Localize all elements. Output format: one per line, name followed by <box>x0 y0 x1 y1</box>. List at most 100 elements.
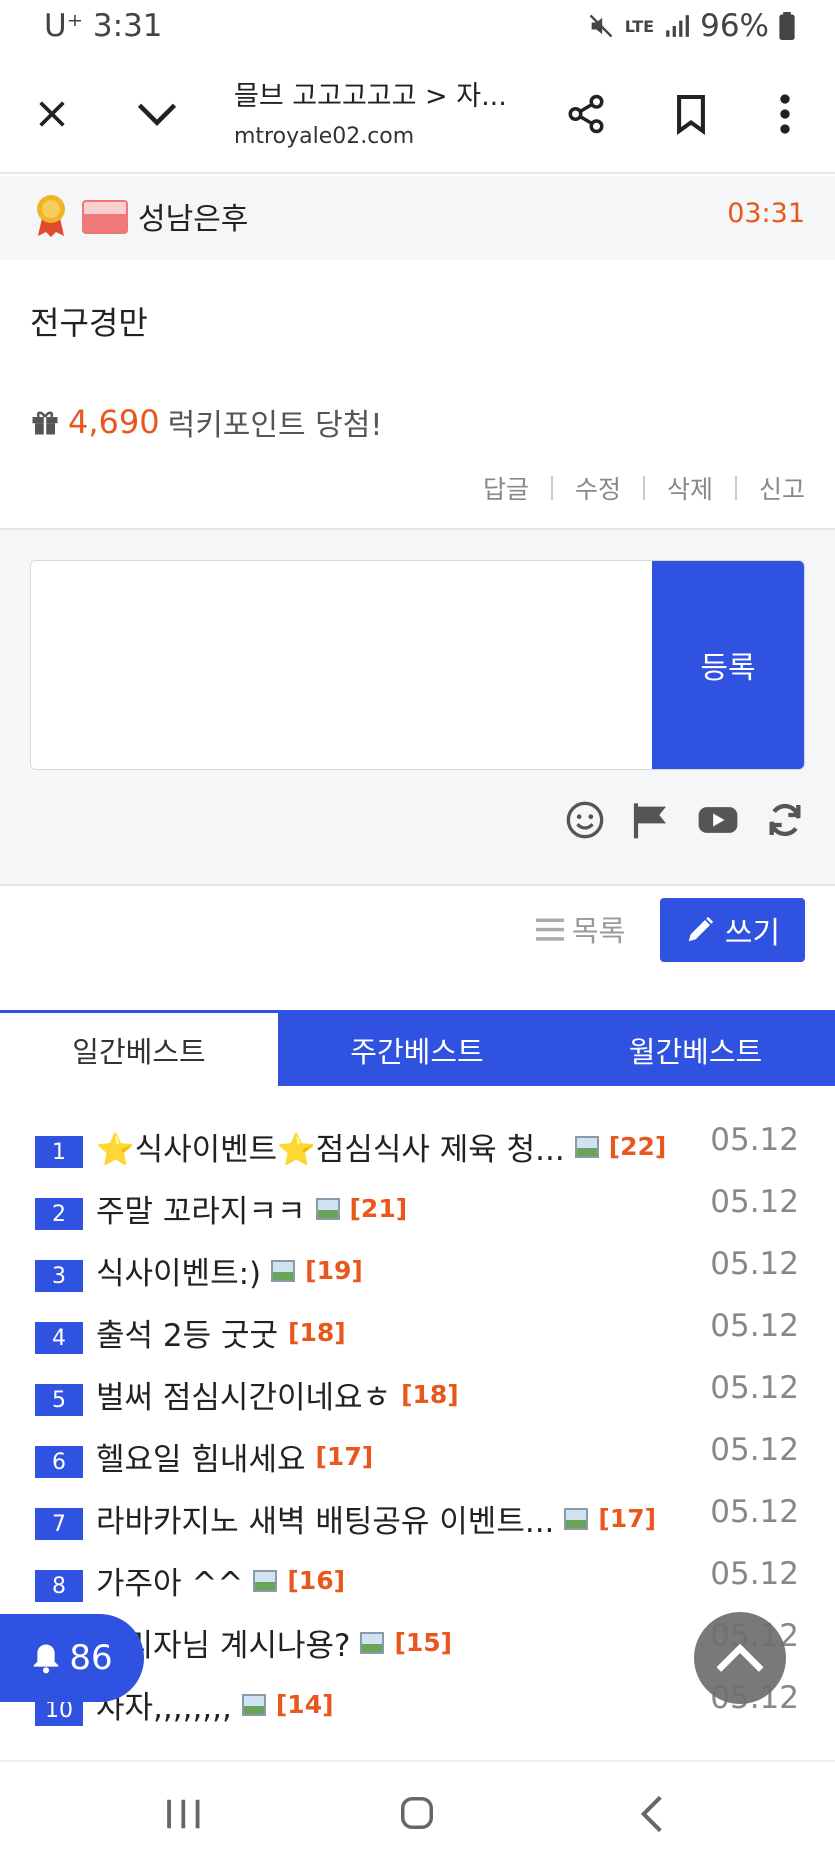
recent-apps-icon[interactable] <box>164 1796 202 1832</box>
battery-percent: 96% <box>700 8 769 44</box>
list-button[interactable]: 목록 <box>536 908 625 950</box>
best-post-row[interactable]: 1 ⭐식사이벤트⭐점심식사 제육 청... [22] 05.12 <box>0 1116 835 1178</box>
comment-count: [16] <box>287 1566 346 1595</box>
comment-input-box: 등록 <box>30 560 805 770</box>
bookmark-icon[interactable] <box>661 84 721 144</box>
post-date: 05.12 <box>710 1432 799 1468</box>
post-title-line[interactable]: ⭐식사이벤트⭐점심식사 제육 청... [22] <box>96 1124 666 1169</box>
delete-link[interactable]: 삭제 <box>667 470 713 506</box>
lucky-points: 4,690 럭키포인트 당첨! <box>30 400 382 444</box>
best-post-row[interactable]: 8 가주아 ^^ [16] 05.12 <box>0 1550 835 1612</box>
status-time: U⁺ 3:31 <box>44 8 163 44</box>
page-title[interactable]: 믈브 고고고고고 > 자... <box>234 74 507 113</box>
best-post-row[interactable]: 4 출석 2등 굿굿 [18] 05.12 <box>0 1302 835 1364</box>
post-title-line[interactable]: 식사이벤트:) [19] <box>96 1248 363 1293</box>
post-title[interactable]: 헬요일 힘내세요 <box>96 1434 306 1479</box>
post-title[interactable]: 식사이벤트:) <box>96 1248 261 1293</box>
post-title-line[interactable]: 가주아 ^^ [16] <box>96 1558 345 1603</box>
image-icon <box>315 1197 340 1220</box>
tab-daily-best[interactable]: 일간베스트 <box>0 1013 278 1086</box>
rank-badge: 6 <box>35 1446 83 1478</box>
notification-count: 86 <box>69 1638 113 1678</box>
divider <box>550 476 553 500</box>
rank-badge: 2 <box>35 1198 83 1230</box>
page-url[interactable]: mtroyale02.com <box>234 124 414 149</box>
post-title[interactable]: 가주아 ^^ <box>96 1558 243 1603</box>
notification-button[interactable]: 86 <box>0 1614 144 1702</box>
more-menu-icon[interactable] <box>755 84 815 144</box>
best-post-row[interactable]: 6 헬요일 힘내세요 [17] 05.12 <box>0 1426 835 1488</box>
post-title-line[interactable]: 출석 2등 굿굿 [18] <box>96 1310 346 1355</box>
rank-badge: 7 <box>35 1508 83 1540</box>
best-post-row[interactable]: 5 벌써 점심시간이네요ㅎ [18] 05.12 <box>0 1364 835 1426</box>
post-title[interactable]: 벌써 점심시간이네요ㅎ <box>96 1372 391 1417</box>
post-date: 05.12 <box>710 1122 799 1158</box>
comment-count: [18] <box>288 1318 346 1347</box>
write-button-label: 쓰기 <box>724 916 781 951</box>
best-post-row[interactable]: 3 식사이벤트:) [19] 05.12 <box>0 1240 835 1302</box>
signal-icon <box>666 15 690 37</box>
flag-icon[interactable] <box>631 800 671 840</box>
close-icon[interactable] <box>22 84 82 144</box>
post-date: 05.12 <box>710 1308 799 1344</box>
emoji-icon[interactable] <box>565 800 605 840</box>
browser-toolbar: 믈브 고고고고고 > 자... mtroyale02.com <box>0 56 835 174</box>
post-date: 05.12 <box>710 1184 799 1220</box>
best-post-row[interactable]: 7 라바카지노 새벽 배팅공유 이벤트... [17] 05.12 <box>0 1488 835 1550</box>
comment-author[interactable]: 성남은후 <box>138 194 248 238</box>
reply-link[interactable]: 답글 <box>483 470 529 506</box>
rank-badge: 4 <box>35 1322 83 1354</box>
youtube-icon[interactable] <box>697 800 739 840</box>
rank-badge: 3 <box>35 1260 83 1292</box>
post-title-line[interactable]: 벌써 점심시간이네요ㅎ [18] <box>96 1372 459 1417</box>
best-tabs: 일간베스트 주간베스트 월간베스트 <box>0 1010 835 1086</box>
refresh-icon[interactable] <box>765 800 805 840</box>
divider <box>642 476 645 500</box>
post-title[interactable]: 출석 2등 굿굿 <box>96 1310 278 1355</box>
mute-icon <box>589 14 613 38</box>
share-icon[interactable] <box>556 84 616 144</box>
best-post-row[interactable]: 2 주말 꼬라지ㅋㅋ [21] 05.12 <box>0 1178 835 1240</box>
back-icon[interactable] <box>640 1794 664 1834</box>
network-label: LTE <box>624 16 655 36</box>
comment-textarea[interactable] <box>31 561 653 769</box>
image-icon <box>360 1631 385 1654</box>
comment-count: [18] <box>401 1380 459 1409</box>
system-nav-bar <box>0 1760 835 1862</box>
home-icon[interactable] <box>398 1794 436 1832</box>
tab-weekly-best[interactable]: 주간베스트 <box>278 1013 556 1086</box>
rank-badge: 1 <box>35 1136 83 1168</box>
status-bar: U⁺ 3:31 LTE 96% <box>0 0 835 56</box>
comment-actions: 답글 수정 삭제 신고 <box>483 470 805 506</box>
image-icon <box>564 1507 589 1530</box>
post-date: 05.12 <box>710 1246 799 1282</box>
comment-count: [15] <box>394 1628 453 1657</box>
comment-time: 03:31 <box>727 198 805 229</box>
lucky-points-value: 4,690 <box>68 403 160 441</box>
comment-count: [17] <box>598 1504 657 1533</box>
submit-button[interactable]: 등록 <box>652 561 804 769</box>
edit-link[interactable]: 수정 <box>575 470 621 506</box>
post-title-line[interactable]: 헬요일 힘내세요 [17] <box>96 1434 373 1479</box>
tab-monthly-best[interactable]: 월간베스트 <box>556 1013 835 1086</box>
scroll-top-button[interactable] <box>694 1612 786 1704</box>
post-title[interactable]: 라바카지노 새벽 배팅공유 이벤트... <box>96 1496 554 1541</box>
comment-count: [17] <box>315 1442 374 1471</box>
comment-form: 등록 <box>0 528 835 886</box>
list-button-label: 목록 <box>572 914 626 948</box>
post-date: 05.12 <box>710 1556 799 1592</box>
rank-badge: 8 <box>35 1570 83 1602</box>
post-title-line[interactable]: 라바카지노 새벽 배팅공유 이벤트... [17] <box>96 1496 656 1541</box>
chevron-up-icon <box>716 1643 764 1672</box>
image-icon <box>253 1569 278 1592</box>
post-title-line[interactable]: 자자,,,,,,,, [14] <box>96 1682 334 1727</box>
post-title-line[interactable]: 관리자님 계시나용? [15] <box>96 1620 452 1665</box>
comment-count: [19] <box>305 1256 363 1285</box>
write-button[interactable]: 쓰기 <box>660 898 805 962</box>
chevron-down-icon[interactable] <box>127 84 187 144</box>
post-title[interactable]: 주말 꼬라지ㅋㅋ <box>96 1186 306 1231</box>
post-title[interactable]: ⭐식사이벤트⭐점심식사 제육 청... <box>96 1124 565 1169</box>
post-title-line[interactable]: 주말 꼬라지ㅋㅋ [21] <box>96 1186 407 1231</box>
battery-icon <box>779 12 795 40</box>
report-link[interactable]: 신고 <box>759 470 805 506</box>
